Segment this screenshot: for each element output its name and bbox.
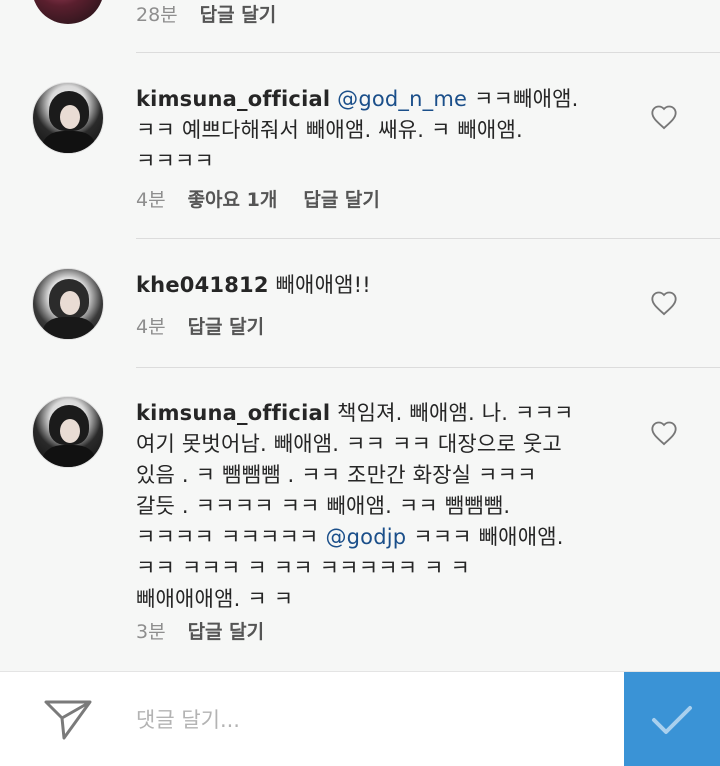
comment-meta: 3분 답글 달기	[136, 617, 264, 644]
comment-input[interactable]	[136, 700, 606, 740]
comment-text: kimsuna_official @god_n_me ㅋㅋ빼애앰. ㅋㅋ 예쁘다…	[136, 87, 579, 173]
comments-screen: 28분 답글 달기 kimsuna_official @god_n_me ㅋㅋ빼…	[0, 0, 720, 766]
reply-button[interactable]: 답글 달기	[188, 312, 265, 339]
checkmark-icon	[652, 705, 692, 734]
divider	[136, 52, 720, 53]
comment-text: khe041812 빼애애앰!!	[136, 273, 371, 297]
comment-username[interactable]: kimsuna_official	[136, 401, 330, 425]
mention-link[interactable]: @godjp	[325, 525, 406, 549]
comment-input-bar	[0, 671, 720, 766]
likes-count[interactable]: 좋아요 1개	[188, 185, 278, 212]
comment-username[interactable]: kimsuna_official	[136, 87, 330, 111]
comment-meta: 4분 답글 달기	[136, 312, 264, 339]
send-icon[interactable]	[40, 694, 96, 744]
heart-icon[interactable]	[650, 420, 678, 446]
comment-time: 28분	[136, 4, 178, 26]
divider	[136, 367, 720, 368]
avatar[interactable]	[32, 396, 104, 468]
avatar[interactable]	[32, 82, 104, 154]
submit-button[interactable]	[624, 672, 720, 766]
partial-comment: 28분 답글 달기	[0, 0, 720, 30]
comment-time: 4분	[136, 189, 166, 211]
mention-link[interactable]: @god_n_me	[337, 87, 467, 111]
comment-time: 4분	[136, 316, 166, 338]
avatar[interactable]	[32, 268, 104, 340]
avatar[interactable]	[32, 0, 104, 24]
heart-icon[interactable]	[650, 290, 678, 316]
heart-icon[interactable]	[650, 104, 678, 130]
divider	[136, 238, 720, 239]
reply-button[interactable]: 답글 달기	[200, 0, 277, 27]
comment-meta: 28분 답글 달기	[136, 0, 276, 27]
comment-username[interactable]: khe041812	[136, 273, 269, 297]
reply-button[interactable]: 답글 달기	[188, 617, 265, 644]
comment-meta: 4분 좋아요 1개 답글 달기	[136, 185, 380, 212]
reply-button[interactable]: 답글 달기	[303, 185, 380, 212]
comment-text: kimsuna_official 책임져. 빼애앰. 나. ㅋㅋㅋ 여기 못벗어…	[136, 401, 574, 611]
comment-time: 3분	[136, 621, 166, 643]
